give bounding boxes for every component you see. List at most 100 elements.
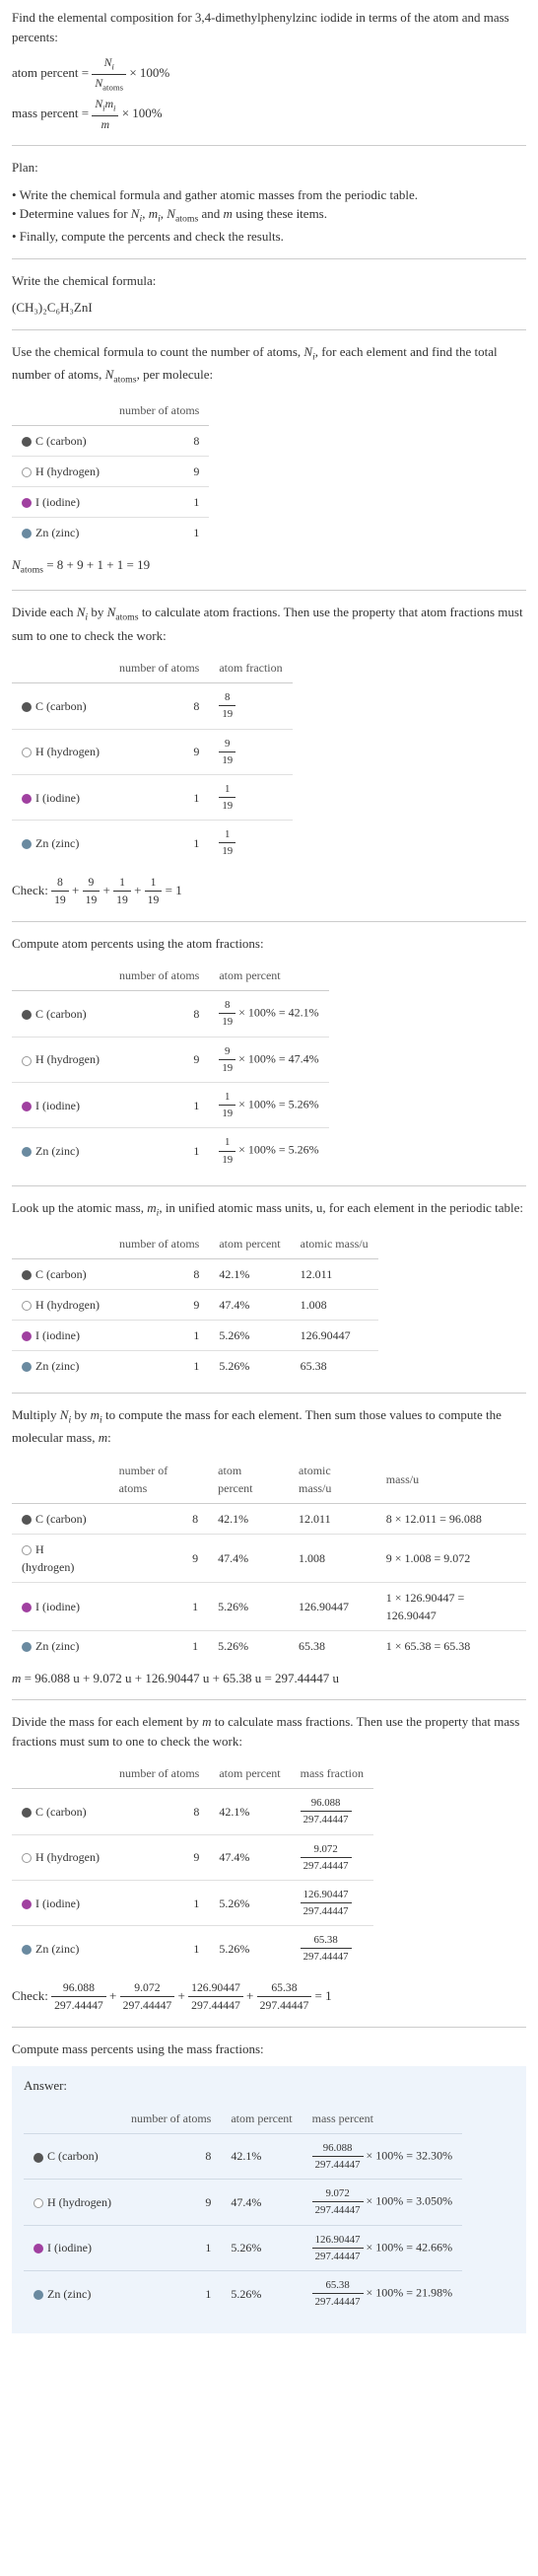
plan-step-2: • Determine values for Ni, mi, Natoms an… <box>12 204 526 227</box>
table-row: H (hydrogen)947.4%1.0089 × 1.008 = 9.072 <box>12 1534 526 1582</box>
divider <box>12 1393 526 1394</box>
element-dot-icon <box>22 1056 32 1066</box>
compute-mass-pct: Compute mass percents using the mass fra… <box>12 2039 526 2059</box>
table-row: C (carbon)8819 <box>12 683 293 729</box>
question-text: Find the elemental composition for 3,4-d… <box>12 8 526 46</box>
table-row: Zn (zinc)1119 <box>12 821 293 866</box>
table-row: C (carbon)8819 × 100% = 42.1% <box>12 991 329 1037</box>
element-dot-icon <box>22 1899 32 1909</box>
divider <box>12 921 526 922</box>
element-dot-icon <box>22 839 32 849</box>
table-row: Zn (zinc)15.26%65.38297.44447 <box>12 1926 373 1971</box>
col-atom-percent: atom percent <box>208 1456 289 1504</box>
element-dot-icon <box>34 2153 43 2163</box>
divide-mass-text: Divide the mass for each element by m to… <box>12 1712 526 1751</box>
element-label: Zn (zinc) <box>47 2287 91 2301</box>
element-dot-icon <box>22 1102 32 1111</box>
table-row: Zn (zinc)1 <box>12 518 209 548</box>
atom-percent-formula: atom percent = NiNatoms × 100% <box>12 54 526 94</box>
element-label: Zn (zinc) <box>35 1359 79 1373</box>
table-row: I (iodine)1119 × 100% = 5.26% <box>12 1082 329 1127</box>
element-label: Zn (zinc) <box>35 836 79 850</box>
element-label: Zn (zinc) <box>35 1942 79 1956</box>
element-label: C (carbon) <box>35 1267 87 1281</box>
table-row: H (hydrogen)9919 <box>12 729 293 774</box>
col-atomic-mass: atomic mass/u <box>289 1456 376 1504</box>
atom-percent-table: number of atomsatom percent C (carbon)88… <box>12 961 329 1174</box>
col-atom-percent: atom percent <box>221 2104 302 2134</box>
element-dot-icon <box>22 748 32 757</box>
element-dot-icon <box>22 1301 32 1311</box>
col-atom-percent: atom percent <box>209 1229 290 1259</box>
table-row: Zn (zinc)1119 × 100% = 5.26% <box>12 1128 329 1174</box>
atomic-mass-table: number of atomsatom percentatomic mass/u… <box>12 1229 378 1381</box>
table-row: H (hydrogen)9919 × 100% = 47.4% <box>12 1037 329 1082</box>
element-label: Zn (zinc) <box>35 1639 79 1653</box>
element-dot-icon <box>22 1010 32 1020</box>
atom-count: 9 <box>109 457 209 487</box>
mass-percent-label: mass percent = <box>12 106 92 120</box>
table-row: Zn (zinc)15.26%65.38 <box>12 1350 378 1381</box>
write-formula-title: Write the chemical formula: <box>12 271 526 291</box>
element-label: H (hydrogen) <box>35 465 100 478</box>
element-label: I (iodine) <box>35 1328 80 1342</box>
atom-fraction-table: number of atomsatom fraction C (carbon)8… <box>12 653 293 866</box>
multiply-text: Multiply Ni by mi to compute the mass fo… <box>12 1405 526 1448</box>
element-dot-icon <box>34 2244 43 2254</box>
element-label: H (hydrogen) <box>47 2195 111 2209</box>
divider <box>12 590 526 591</box>
element-label: I (iodine) <box>47 2241 92 2254</box>
table-row: H (hydrogen) 9 <box>12 457 209 487</box>
col-atom-percent: atom percent <box>209 1758 290 1789</box>
table-row: Zn (zinc)15.26%65.381 × 65.38 = 65.38 <box>12 1630 526 1661</box>
atom-count-table: number of atoms C (carbon)8 H (hydrogen)… <box>12 395 209 547</box>
table-row: C (carbon)842.1%12.011 <box>12 1258 378 1289</box>
col-num-atoms: number of atoms <box>109 395 209 426</box>
element-dot-icon <box>22 1515 32 1525</box>
atom-count: 1 <box>109 518 209 548</box>
table-row: H (hydrogen)947.4%9.072297.44447 × 100% … <box>24 2180 462 2225</box>
col-num-atoms: number of atoms <box>109 1456 209 1504</box>
element-dot-icon <box>22 1362 32 1372</box>
element-dot-icon <box>34 2290 43 2300</box>
mass-table: number of atomsatom percentatomic mass/u… <box>12 1456 526 1661</box>
element-dot-icon <box>22 529 32 538</box>
element-label: C (carbon) <box>47 2149 99 2163</box>
table-row: C (carbon)8 <box>12 426 209 457</box>
element-label: H (hydrogen) <box>35 1052 100 1066</box>
element-label: I (iodine) <box>35 1600 80 1613</box>
element-dot-icon <box>22 498 32 508</box>
table-row: I (iodine)1 <box>12 487 209 518</box>
col-atom-fraction: atom fraction <box>209 653 292 683</box>
table-row: Zn (zinc)15.26%65.38297.44447 × 100% = 2… <box>24 2270 462 2316</box>
answer-box: Answer: number of atomsatom percentmass … <box>12 2066 526 2333</box>
table-row: I (iodine)15.26%126.904471 × 126.90447 =… <box>12 1582 526 1630</box>
element-dot-icon <box>22 702 32 712</box>
col-num-atoms: number of atoms <box>109 961 209 991</box>
table-row: I (iodine)1119 <box>12 774 293 820</box>
times-100-2: × 100% <box>118 106 162 120</box>
element-label: C (carbon) <box>35 1007 87 1021</box>
element-dot-icon <box>22 1603 32 1612</box>
element-dot-icon <box>22 437 32 447</box>
element-dot-icon <box>22 1808 32 1818</box>
element-dot-icon <box>22 1270 32 1280</box>
col-mass-percent: mass percent <box>303 2104 462 2134</box>
element-dot-icon <box>22 1545 32 1555</box>
col-num-atoms: number of atoms <box>109 1229 209 1259</box>
m-calc: m = 96.088 u + 9.072 u + 126.90447 u + 6… <box>12 1669 526 1688</box>
n-atoms-calc: Natoms = 8 + 9 + 1 + 1 = 19 <box>12 555 526 578</box>
col-num-atoms: number of atoms <box>109 653 209 683</box>
element-label: H (hydrogen) <box>35 1298 100 1312</box>
count-atoms-text: Use the chemical formula to count the nu… <box>12 342 526 388</box>
element-label: Zn (zinc) <box>35 1144 79 1158</box>
atom-count: 8 <box>109 426 209 457</box>
element-label: I (iodine) <box>35 1099 80 1112</box>
divide-text: Divide each Ni by Natoms to calculate at… <box>12 603 526 645</box>
col-mass-fraction: mass fraction <box>291 1758 373 1789</box>
element-label: H (hydrogen) <box>35 745 100 758</box>
table-row: H (hydrogen)947.4%1.008 <box>12 1289 378 1320</box>
divider <box>12 145 526 146</box>
table-row: I (iodine)15.26%126.90447 <box>12 1320 378 1350</box>
table-row: I (iodine)15.26%126.90447297.44447 <box>12 1880 373 1925</box>
